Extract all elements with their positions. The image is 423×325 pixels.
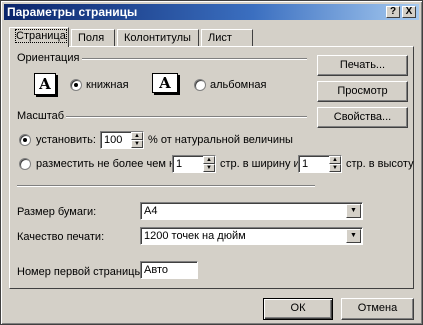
help-button[interactable]: ? xyxy=(386,6,400,18)
fit-pages-wide-suffix: стр. в ширину и xyxy=(220,158,300,170)
chevron-down-icon[interactable]: ▼ xyxy=(346,229,361,243)
window-title: Параметры страницы xyxy=(7,5,138,19)
scale-percent-spinner[interactable]: ▲ ▼ xyxy=(131,132,143,148)
paper-size-label: Размер бумаги: xyxy=(17,206,97,218)
tab-headers-footers[interactable]: Колонтитулы xyxy=(117,29,199,46)
scale-set-label[interactable]: установить: xyxy=(36,134,96,146)
tab-margins-label: Поля xyxy=(78,32,105,44)
scale-percent-value: 100 xyxy=(104,134,123,146)
title-bar[interactable]: Параметры страницы ? X xyxy=(4,4,419,20)
fit-pages-wide-input[interactable]: 1 ▲ ▼ xyxy=(172,155,216,173)
landscape-radio[interactable] xyxy=(194,79,206,91)
paper-size-value: A4 xyxy=(144,205,158,217)
ok-button[interactable]: ОК xyxy=(263,298,333,320)
fit-pages-tall-value: 1 xyxy=(302,158,309,170)
spin-down-icon[interactable]: ▼ xyxy=(203,164,215,172)
print-quality-select[interactable]: 1200 точек на дюйм ▼ xyxy=(140,227,363,245)
print-quality-label: Качество печати: xyxy=(17,231,105,243)
scale-percent-suffix: % от натуральной величины xyxy=(148,134,293,146)
orientation-divider xyxy=(82,58,307,60)
tab-sheet-label: Лист xyxy=(208,32,232,44)
landscape-page-icon: A xyxy=(152,73,178,93)
first-page-number-label: Номер первой страницы: xyxy=(17,266,146,278)
preview-button[interactable]: Просмотр xyxy=(317,81,408,102)
scale-group-label: Масштаб xyxy=(17,110,65,122)
orientation-group-label: Ориентация xyxy=(17,52,80,64)
fit-pages-wide-value: 1 xyxy=(176,158,183,170)
page-setup-dialog: Параметры страницы ? X Страница Поля Кол… xyxy=(0,0,423,325)
portrait-radio[interactable] xyxy=(70,79,82,91)
chevron-down-icon[interactable]: ▼ xyxy=(346,204,361,218)
tab-margins[interactable]: Поля xyxy=(71,29,115,46)
print-quality-value: 1200 точек на дюйм xyxy=(144,230,246,242)
cancel-button[interactable]: Отмена xyxy=(341,298,414,320)
fit-pages-tall-suffix: стр. в высоту xyxy=(346,158,414,170)
scale-set-radio[interactable] xyxy=(19,134,31,146)
fit-pages-tall-spinner[interactable]: ▲ ▼ xyxy=(329,156,341,172)
fit-pages-wide-spinner[interactable]: ▲ ▼ xyxy=(203,156,215,172)
properties-button[interactable]: Свойства... xyxy=(317,107,408,128)
portrait-page-icon: A xyxy=(34,73,56,95)
scale-fit-radio[interactable] xyxy=(19,158,31,170)
scale-percent-input[interactable]: 100 ▲ ▼ xyxy=(100,131,144,149)
spin-up-icon[interactable]: ▲ xyxy=(203,156,215,164)
print-button[interactable]: Печать... xyxy=(317,55,408,76)
landscape-label[interactable]: альбомная xyxy=(210,79,266,91)
tab-sheet[interactable]: Лист xyxy=(201,29,253,46)
fit-pages-tall-input[interactable]: 1 ▲ ▼ xyxy=(298,155,342,173)
tab-page[interactable]: Страница xyxy=(9,27,69,47)
tab-headers-footers-label: Колонтитулы xyxy=(124,32,191,44)
tab-page-label: Страница xyxy=(15,29,67,43)
spin-down-icon[interactable]: ▼ xyxy=(329,164,341,172)
tab-panel-page: Ориентация A книжная A альбомная Масштаб… xyxy=(9,46,414,289)
section-divider xyxy=(17,185,315,187)
first-page-number-value: Авто xyxy=(144,264,168,276)
spin-down-icon[interactable]: ▼ xyxy=(131,140,143,148)
scale-divider xyxy=(66,116,307,118)
spin-up-icon[interactable]: ▲ xyxy=(131,132,143,140)
scale-fit-label[interactable]: разместить не более чем на: xyxy=(36,158,184,170)
paper-size-select[interactable]: A4 ▼ xyxy=(140,202,363,220)
portrait-label[interactable]: книжная xyxy=(86,79,129,91)
close-button[interactable]: X xyxy=(402,6,416,18)
spin-up-icon[interactable]: ▲ xyxy=(329,156,341,164)
first-page-number-input[interactable]: Авто xyxy=(140,261,198,279)
